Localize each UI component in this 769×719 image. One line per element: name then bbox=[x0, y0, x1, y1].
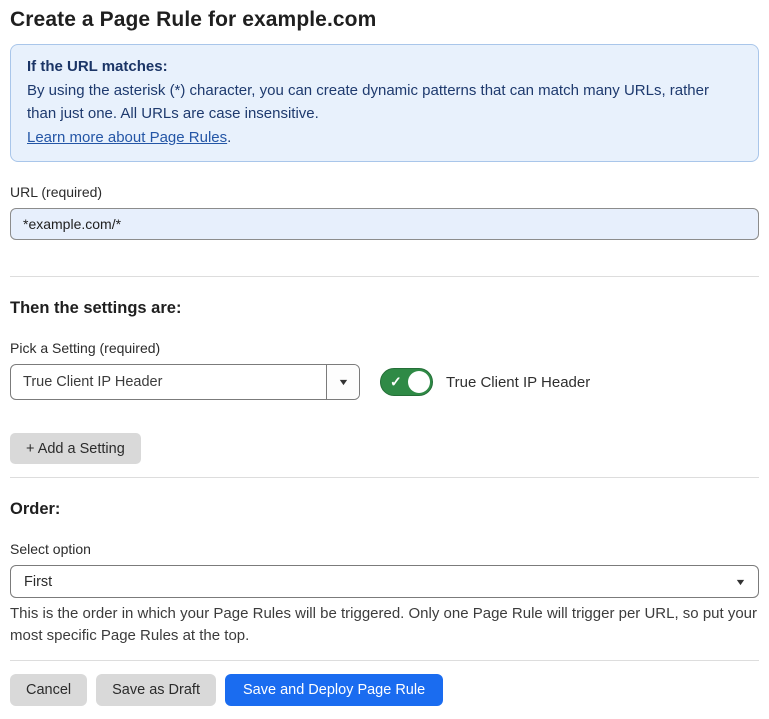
pick-setting-selected-value: True Client IP Header bbox=[11, 365, 326, 399]
chevron-down-icon: ▼ bbox=[337, 377, 349, 387]
add-setting-button[interactable]: + Add a Setting bbox=[10, 433, 141, 464]
page-rule-form: Create a Page Rule for example.com If th… bbox=[0, 0, 769, 719]
chevron-down-icon: ▼ bbox=[734, 577, 746, 587]
learn-more-link[interactable]: Learn more about Page Rules bbox=[27, 129, 227, 146]
divider bbox=[10, 477, 759, 478]
true-client-ip-toggle[interactable]: ✓ bbox=[380, 368, 433, 396]
setting-row: True Client IP Header ▼ ✓ True Client IP… bbox=[10, 364, 759, 400]
footer-actions: Cancel Save as Draft Save and Deploy Pag… bbox=[10, 674, 759, 706]
check-icon: ✓ bbox=[390, 375, 402, 389]
toggle-knob bbox=[408, 371, 430, 393]
save-and-deploy-button[interactable]: Save and Deploy Page Rule bbox=[225, 674, 443, 706]
save-as-draft-button[interactable]: Save as Draft bbox=[96, 674, 216, 706]
settings-section-heading: Then the settings are: bbox=[10, 299, 759, 318]
pick-setting-label: Pick a Setting (required) bbox=[10, 340, 759, 356]
link-period: . bbox=[227, 129, 231, 146]
order-help-text: This is the order in which your Page Rul… bbox=[10, 603, 759, 646]
divider bbox=[10, 660, 759, 661]
page-title: Create a Page Rule for example.com bbox=[10, 6, 759, 34]
pick-setting-arrow-button[interactable]: ▼ bbox=[326, 365, 359, 399]
pick-setting-select[interactable]: True Client IP Header ▼ bbox=[10, 364, 360, 400]
cancel-button[interactable]: Cancel bbox=[10, 674, 87, 706]
order-select[interactable]: First ▼ bbox=[10, 565, 759, 598]
order-selected-value: First bbox=[24, 574, 52, 590]
url-input[interactable] bbox=[10, 208, 759, 240]
info-box-link-line: Learn more about Page Rules. bbox=[27, 126, 742, 150]
url-field-label: URL (required) bbox=[10, 184, 759, 200]
info-box-body-text: By using the asterisk (*) character, you… bbox=[27, 82, 709, 123]
url-match-info-box: If the URL matches: By using the asteris… bbox=[10, 44, 759, 162]
order-select-label: Select option bbox=[10, 541, 759, 557]
info-box-heading: If the URL matches: bbox=[27, 55, 742, 79]
order-section-heading: Order: bbox=[10, 500, 759, 519]
info-box-body: By using the asterisk (*) character, you… bbox=[27, 79, 742, 126]
toggle-label: True Client IP Header bbox=[446, 374, 590, 391]
divider bbox=[10, 276, 759, 277]
